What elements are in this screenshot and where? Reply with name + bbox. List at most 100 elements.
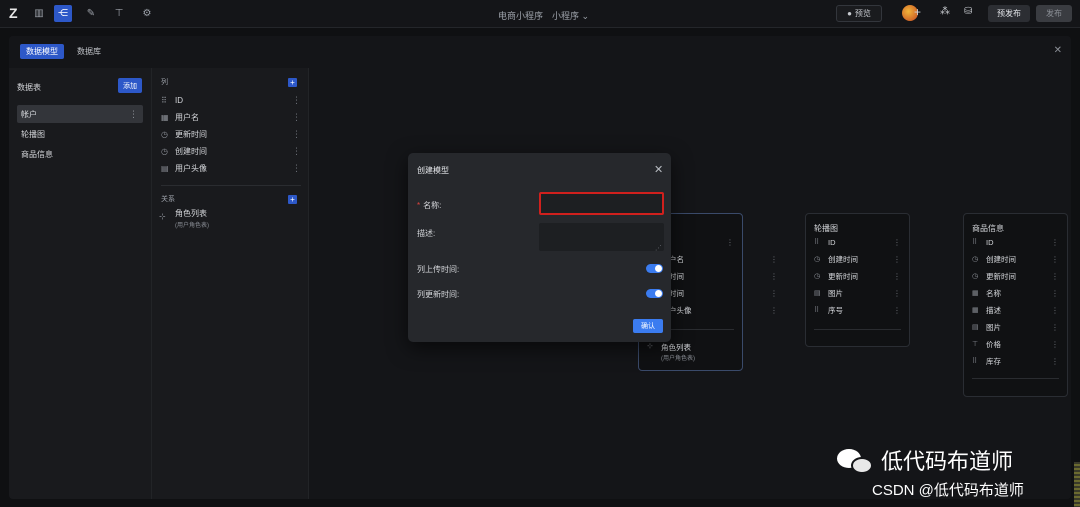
id-field-icon: ⠿ [161, 95, 167, 105]
more-icon[interactable]: ⋮ [893, 255, 901, 264]
card-field-row: 户头像 ⋮ [669, 303, 778, 317]
more-icon[interactable]: ⋮ [1051, 340, 1059, 349]
side-scroll-strip [1074, 462, 1080, 507]
more-icon[interactable]: ⋮ [1051, 238, 1059, 247]
plugin-icon[interactable]: ✎ [82, 5, 100, 22]
relation-label: 角色列表 [661, 343, 691, 352]
model-card-product[interactable]: 商品信息 ⠿ ID ⋮ ◷ 创建时间 ⋮ ◷ 更新时间 ⋮ ▦ 名称 ⋮ ▦ 描述 ⋮ ▤ 图片 ⋮ ⊤… [963, 213, 1068, 397]
field-label: 描述 [986, 305, 1001, 315]
preview-button[interactable]: ● 预览 [836, 5, 882, 22]
more-icon[interactable]: ⋮ [292, 146, 301, 157]
more-icon[interactable]: ⋮ [893, 289, 901, 298]
field-label: 创建时间 [828, 254, 858, 264]
more-icon[interactable]: ⋮ [1051, 289, 1059, 298]
prerelease-button[interactable]: 预发布 [988, 5, 1030, 22]
field-row[interactable]: ▤ 用户头像 ⋮ [161, 161, 301, 175]
more-icon[interactable]: ⋮ [292, 129, 301, 140]
clock-icon: ◷ [814, 256, 821, 263]
relation-icon: ⊹ [159, 212, 166, 221]
more-icon[interactable]: ⋮ [893, 238, 901, 247]
tab-database[interactable]: 数据库 [71, 44, 107, 59]
model-name-input[interactable] [539, 192, 664, 215]
app-title: 电商小程序 [498, 11, 544, 21]
card-field-row: ▤ 图片 ⋮ [814, 286, 901, 300]
share-icon[interactable]: ⁂ [940, 6, 950, 17]
col-updated-time-toggle[interactable] [646, 289, 663, 298]
add-collaborator-icon[interactable]: + [914, 5, 921, 19]
more-icon[interactable]: ⋮ [770, 289, 778, 298]
tables-title: 数据表 [17, 83, 41, 92]
table-item-product[interactable]: 商品信息 [17, 145, 143, 163]
number-field-icon: ⠿ [972, 358, 978, 365]
field-row[interactable]: ▦ 用户名 ⋮ [161, 110, 301, 124]
card-field-row: ◷ 创建时间 ⋮ [814, 252, 901, 266]
chevron-down-icon: ⌄ [581, 11, 590, 21]
more-icon[interactable]: ⋮ [129, 109, 138, 120]
field-label: 创建时间 [986, 254, 1016, 264]
more-icon[interactable]: ⋮ [770, 306, 778, 315]
card-divider [814, 329, 901, 330]
data-model-icon[interactable]: ⋲ [54, 5, 72, 22]
number-field-icon: ⠿ [814, 307, 820, 314]
wechat-logo-icon [835, 445, 875, 475]
card-field-row: ⠿ 库存 ⋮ [972, 354, 1059, 368]
relation-item[interactable]: 角色列表 (用户角色表) [175, 208, 209, 229]
fields-panel: 列 + ⠿ ID ⋮ ▦ 用户名 ⋮ ◷ 更新时间 ⋮ ◷ 创建时间 ⋮ ▤ 用… [152, 68, 309, 499]
relation-sublabel: (用户角色表) [175, 223, 209, 229]
field-row[interactable]: ⠿ ID ⋮ [161, 93, 301, 107]
model-description-textarea[interactable] [539, 223, 664, 252]
create-model-dialog: 创建模型 ✕ *名称: 描述: 列上传时间: 列更新时间: 确认 [408, 153, 671, 342]
more-icon[interactable]: ⋮ [726, 238, 734, 247]
more-icon[interactable]: ⋮ [292, 112, 301, 123]
field-row[interactable]: ◷ 创建时间 ⋮ [161, 144, 301, 158]
layout-icon[interactable]: ⊤ [110, 5, 128, 22]
more-icon[interactable]: ⋮ [1051, 323, 1059, 332]
watermark-subtitle: CSDN @低代码布道师 [872, 482, 1024, 499]
more-icon[interactable]: ⋮ [893, 306, 901, 315]
add-relation-button[interactable]: + [288, 195, 297, 204]
settings-gear-icon[interactable]: ⚙ [138, 5, 156, 22]
database-sync-icon[interactable]: ⛁ [964, 6, 972, 17]
field-label: ID [986, 237, 994, 247]
relations-section-label: 关系 [161, 196, 175, 203]
preview-label: 预览 [854, 9, 871, 18]
field-label: 序号 [828, 305, 843, 315]
card-field-row: 时间 ⋮ [669, 286, 778, 300]
app-logo: Z [9, 5, 18, 21]
table-item-label: 轮播图 [21, 129, 45, 139]
section-divider [161, 185, 301, 186]
col-created-time-toggle[interactable] [646, 264, 663, 273]
price-field-icon: ⊤ [972, 341, 979, 348]
card-divider [972, 378, 1059, 379]
add-column-button[interactable]: + [288, 78, 297, 87]
more-icon[interactable]: ⋮ [1051, 272, 1059, 281]
panel-close-icon[interactable]: ✕ [1054, 45, 1062, 56]
panel-header: 数据模型 数据库 ✕ [9, 36, 1071, 68]
field-row[interactable]: ◷ 更新时间 ⋮ [161, 127, 301, 141]
more-icon[interactable]: ⋮ [1051, 306, 1059, 315]
more-icon[interactable]: ⋮ [292, 95, 301, 106]
image-icon: ▤ [972, 324, 979, 331]
field-label: 时间 [669, 271, 684, 281]
table-item-carousel[interactable]: 轮播图 [17, 125, 143, 143]
field-label: 创建时间 [175, 146, 207, 156]
model-card-carousel[interactable]: 轮播图 ⠿ ID ⋮ ◷ 创建时间 ⋮ ◷ 更新时间 ⋮ ▤ 图片 ⋮ ⠿ 序号 ⋮ [805, 213, 910, 347]
release-button[interactable]: 发布 [1036, 5, 1072, 22]
add-table-button[interactable]: 添加 [118, 78, 142, 93]
field-label: 名称 [986, 288, 1001, 298]
more-icon[interactable]: ⋮ [1051, 255, 1059, 264]
more-icon[interactable]: ⋮ [1051, 357, 1059, 366]
card-field-row: ◷ 更新时间 ⋮ [814, 269, 901, 283]
more-icon[interactable]: ⋮ [292, 163, 301, 174]
required-marker: * [417, 201, 421, 210]
more-icon[interactable]: ⋮ [770, 255, 778, 264]
card-field-row: 时间 ⋮ [669, 269, 778, 283]
pages-icon[interactable]: ▥ [30, 5, 48, 22]
more-icon[interactable]: ⋮ [893, 272, 901, 281]
table-item-account[interactable]: 帐户 ⋮ [17, 105, 143, 123]
more-icon[interactable]: ⋮ [770, 272, 778, 281]
env-select[interactable]: 小程序 ⌄ [552, 9, 589, 22]
dialog-close-icon[interactable]: ✕ [654, 163, 663, 176]
tab-data-model[interactable]: 数据模型 [20, 44, 64, 59]
confirm-button[interactable]: 确认 [633, 319, 663, 333]
